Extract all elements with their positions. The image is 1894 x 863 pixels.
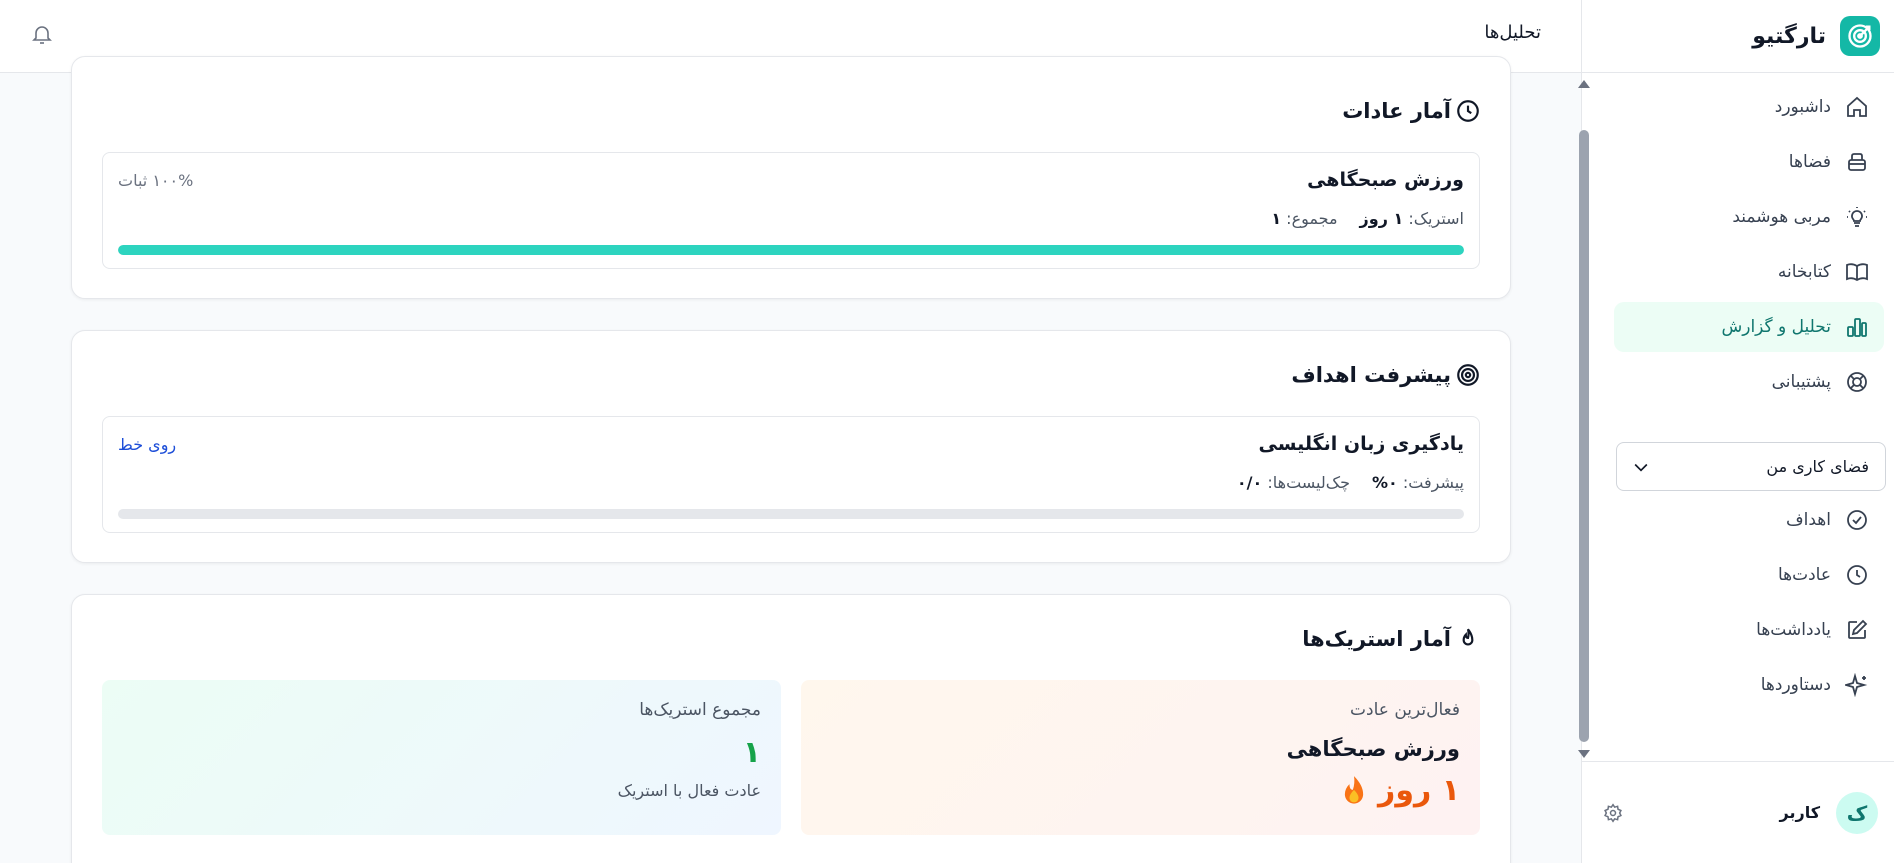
habit-streak-value: ۱ روز (1359, 209, 1404, 228)
most-active-habit-box: فعال‌ترین عادت ورزش صبحگاهی ۱ روز (801, 680, 1480, 835)
edit-icon (1845, 618, 1869, 642)
clock-icon (1845, 563, 1869, 587)
goal-row[interactable]: یادگیری زبان انگلیسی روی خط پیشرفت: ۰% چ… (102, 416, 1480, 533)
sidebar-item-label: تحلیل و گزارش (1721, 317, 1831, 337)
sidebar-item-label: کتابخانه (1777, 262, 1831, 282)
habit-total-value: ۱ (1271, 209, 1282, 228)
lightbulb-icon (1845, 205, 1869, 229)
book-icon (1845, 260, 1869, 284)
most-active-label: فعال‌ترین عادت (1350, 700, 1460, 720)
brand[interactable]: تارگتیو (1581, 0, 1894, 73)
card-title: پیشرفت اهداف (1291, 362, 1481, 388)
streak-stats-card: آمار استریک‌ها فعال‌ترین عادت ورزش صبحگا… (71, 594, 1511, 863)
workspace-label: فضای کاری من (1766, 457, 1869, 476)
goal-checklists: چک‌لیست‌ها: ۰/۰ (1236, 473, 1350, 492)
goal-progress-bar (118, 509, 1464, 519)
habit-total: مجموع: ۱ (1271, 209, 1338, 228)
sidebar-item-achievements[interactable]: دستاوردها (1614, 660, 1884, 710)
workspace-nav: اهداف عادت‌ها یادداشت‌ها دستاوردها (1614, 495, 1884, 715)
total-streaks-box: مجموع استریک‌ها ۱ عادت فعال با استریک (102, 680, 781, 835)
clock-icon (1455, 98, 1481, 124)
workspace-select[interactable]: فضای کاری من (1616, 442, 1886, 491)
goal-name: یادگیری زبان انگلیسی (1258, 433, 1464, 455)
chevron-down-icon (1631, 457, 1651, 477)
most-active-streak: ۱ روز (1340, 773, 1460, 808)
goal-meta: پیشرفت: ۰% چک‌لیست‌ها: ۰/۰ (1237, 473, 1464, 492)
box-icon (1845, 150, 1869, 174)
habit-streak: استریک: ۱ روز (1359, 209, 1464, 228)
bar-chart-icon (1845, 315, 1869, 339)
card-title: آمار عادات (1342, 98, 1481, 124)
sidebar-item-habits[interactable]: عادت‌ها (1614, 550, 1884, 600)
habits-stats-card: آمار عادات ورزش صبحگاهی ۱۰۰% ثبات استریک… (71, 56, 1511, 299)
sidebar-item-smart-coach[interactable]: مربی هوشمند (1614, 192, 1884, 242)
fire-icon (1340, 775, 1368, 807)
scroll-up-arrow-icon[interactable] (1578, 80, 1590, 88)
sidebar: تارگتیو داشبورد فضاها مربی هوشمند کتابخا… (1581, 0, 1894, 863)
habit-consistency: ۱۰۰% ثبات (118, 171, 194, 190)
user-bar: ک کاربر (1581, 761, 1894, 863)
total-streaks-value: ۱ (742, 735, 761, 770)
most-active-days: ۱ روز (1378, 773, 1460, 808)
scrollbar[interactable] (1578, 76, 1590, 760)
card-title: آمار استریک‌ها (1302, 626, 1481, 652)
scrollbar-thumb[interactable] (1579, 130, 1589, 742)
sidebar-item-analytics[interactable]: تحلیل و گزارش (1614, 302, 1884, 352)
most-active-name: ورزش صبحگاهی (1286, 737, 1460, 761)
sparkles-icon (1845, 673, 1869, 697)
sidebar-item-label: فضاها (1788, 152, 1831, 172)
brand-name: تارگتیو (1752, 23, 1826, 49)
target-icon (1455, 362, 1481, 388)
home-icon (1845, 95, 1869, 119)
flame-icon (1455, 626, 1481, 652)
scroll-down-arrow-icon[interactable] (1578, 750, 1590, 758)
sidebar-item-notes[interactable]: یادداشت‌ها (1614, 605, 1884, 655)
bell-icon[interactable] (30, 22, 54, 46)
sidebar-item-support[interactable]: پشتیبانی (1614, 357, 1884, 407)
sidebar-item-spaces[interactable]: فضاها (1614, 137, 1884, 187)
goals-progress-title: پیشرفت اهداف (1291, 363, 1451, 387)
check-circle-icon (1845, 508, 1869, 532)
sidebar-item-library[interactable]: کتابخانه (1614, 247, 1884, 297)
sidebar-item-label: داشبورد (1774, 97, 1831, 117)
habits-stats-title: آمار عادات (1342, 99, 1451, 123)
goal-status-badge: روی خط (118, 435, 177, 454)
sidebar-item-label: پشتیبانی (1771, 372, 1831, 392)
gear-icon[interactable] (1603, 802, 1623, 823)
goal-progress: پیشرفت: ۰% (1371, 473, 1464, 492)
habit-progress-fill (118, 245, 1464, 255)
sidebar-item-dashboard[interactable]: داشبورد (1614, 82, 1884, 132)
lifebuoy-icon (1845, 370, 1869, 394)
avatar[interactable]: ک (1836, 791, 1878, 834)
goal-checklist-value: ۰/۰ (1236, 473, 1263, 492)
total-streaks-label: مجموع استریک‌ها (639, 700, 761, 720)
sidebar-item-goals[interactable]: اهداف (1614, 495, 1884, 545)
user-name: کاربر (1779, 803, 1820, 822)
main-nav: داشبورد فضاها مربی هوشمند کتابخانه تحلیل… (1614, 82, 1884, 412)
goal-progress-value: ۰% (1371, 473, 1398, 492)
habit-progress-bar (118, 245, 1464, 255)
goals-progress-card: پیشرفت اهداف یادگیری زبان انگلیسی روی خط… (71, 330, 1511, 563)
sidebar-item-label: مربی هوشمند (1732, 207, 1831, 227)
streak-stats-title: آمار استریک‌ها (1302, 627, 1451, 651)
total-streaks-sub: عادت فعال با استریک (617, 781, 761, 800)
sidebar-item-label: دستاوردها (1760, 675, 1831, 695)
target-logo-icon (1840, 16, 1880, 56)
sidebar-item-label: یادداشت‌ها (1756, 620, 1831, 640)
habit-row[interactable]: ورزش صبحگاهی ۱۰۰% ثبات استریک: ۱ روز مجم… (102, 152, 1480, 269)
page-title: تحلیل‌ها (1484, 22, 1541, 43)
sidebar-item-label: عادت‌ها (1777, 565, 1831, 585)
sidebar-item-label: اهداف (1786, 510, 1831, 530)
habit-meta: استریک: ۱ روز مجموع: ۱ (1271, 209, 1464, 228)
habit-name: ورزش صبحگاهی (1307, 169, 1464, 191)
